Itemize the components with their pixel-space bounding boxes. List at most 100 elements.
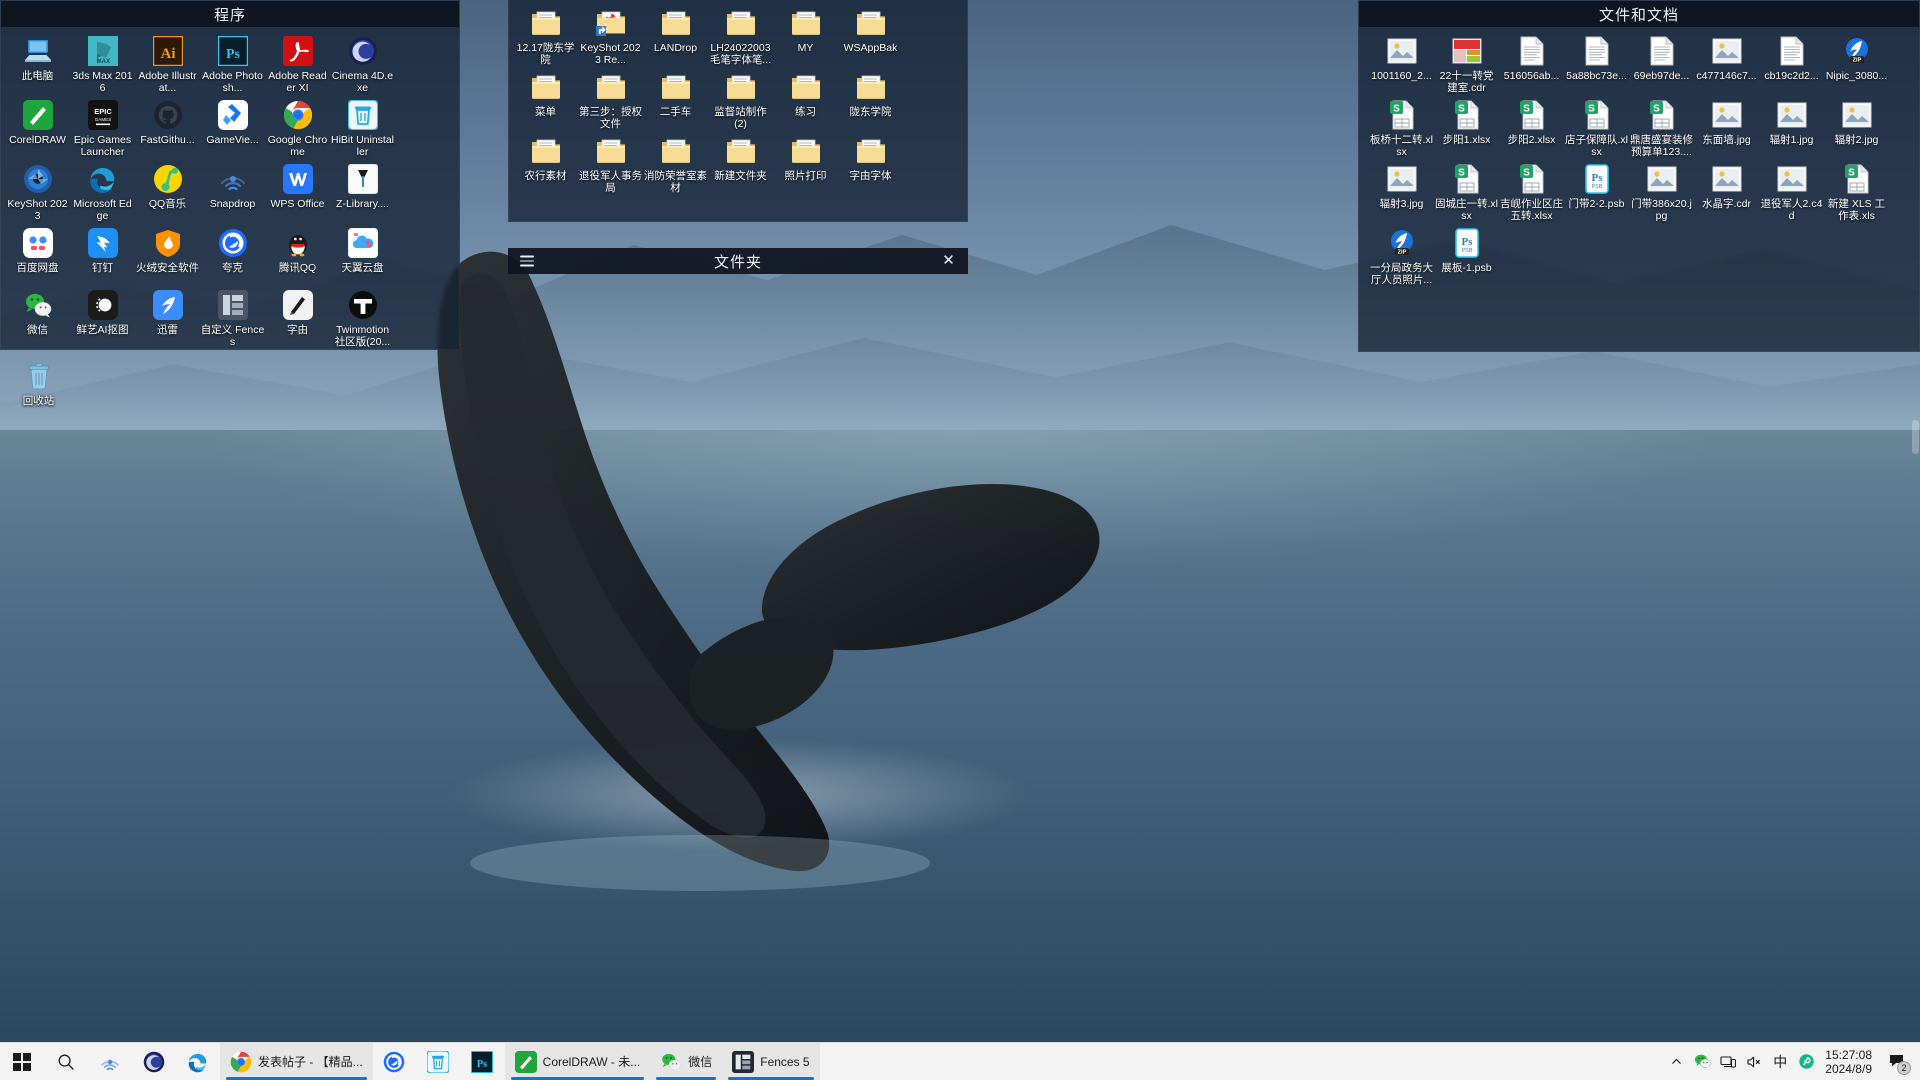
fence-item[interactable]: S 店子保障队.xlsx <box>1564 97 1629 161</box>
fence-item[interactable]: CorelDRAW <box>5 97 70 161</box>
fence-item[interactable]: S 板桥十二转.xlsx <box>1369 97 1434 161</box>
screen-edge-handle[interactable] <box>1912 420 1919 454</box>
fence-item[interactable]: 东面墙.jpg <box>1694 97 1759 161</box>
fence-item[interactable]: 照片打印 <box>773 133 838 197</box>
chevron-up-icon[interactable] <box>1663 1043 1689 1080</box>
fence-item[interactable]: GameVie... <box>200 97 265 161</box>
fence-item[interactable]: Ps PSB 展板-1.psb <box>1434 225 1499 289</box>
fence-item[interactable]: Ai Adobe Illustrat... <box>135 33 200 97</box>
green-shield-icon[interactable] <box>1793 1043 1819 1080</box>
fence-item[interactable]: MY <box>773 5 838 69</box>
fence-item[interactable]: Snapdrop <box>200 161 265 225</box>
taskbar-task-list[interactable]: 发表帖子 - 【精品... Ps CorelDRAW - 未... 微信 Fences … <box>220 1043 820 1080</box>
fence-item[interactable]: EPIC GAMES Epic Games Launcher <box>70 97 135 161</box>
fence-item[interactable]: 5a88bc73e... <box>1564 33 1629 97</box>
fence-item[interactable]: 百度网盘 <box>5 225 70 287</box>
fence-item[interactable]: S 新建 XLS 工作表.xls <box>1824 161 1889 225</box>
fence-item[interactable]: 水晶字.cdr <box>1694 161 1759 225</box>
fence-item[interactable]: 1001160_2... <box>1369 33 1434 97</box>
fence-item[interactable]: 监督站制作(2) <box>708 69 773 133</box>
search-button[interactable] <box>44 1043 88 1080</box>
fence-item[interactable]: Google Chrome <box>265 97 330 161</box>
taskbar-task[interactable]: 发表帖子 - 【精品... <box>220 1043 373 1080</box>
fence-item[interactable]: 天翼云盘 <box>330 225 395 287</box>
taskbar-task[interactable]: 微信 <box>650 1043 723 1080</box>
taskbar-system-tray[interactable]: 中 15:27:08 2024/8/9 2 <box>1663 1043 1920 1080</box>
fence-item[interactable]: HiBit Uninstaller <box>330 97 395 161</box>
fence-item[interactable]: WSAppBak <box>838 5 903 69</box>
fence-item[interactable]: S 鼎唐盛宴装修预算单123.... <box>1629 97 1694 161</box>
fence-item[interactable]: 鲜艺AI抠图 <box>70 287 135 349</box>
fence-item[interactable]: QQ音乐 <box>135 161 200 225</box>
notification-icon[interactable]: 2 <box>1880 1043 1914 1080</box>
fence-item[interactable]: 火绒安全软件 <box>135 225 200 287</box>
wechat-tray-icon[interactable] <box>1689 1043 1715 1080</box>
fence-item[interactable]: 辐射2.jpg <box>1824 97 1889 161</box>
fence-panel-files[interactable]: 文件和文档 1001160_2... 22十一转党建室.cdr 516056ab… <box>1358 0 1920 352</box>
fence-item[interactable]: c477146c7... <box>1694 33 1759 97</box>
fence-item[interactable]: 微信 <box>5 287 70 349</box>
desktop-icon-recycle-bin[interactable]: 回收站 <box>6 358 71 420</box>
fence-item[interactable]: 69eb97de... <box>1629 33 1694 97</box>
fence-titlebar-folders[interactable]: 文件夹 ✕ <box>508 248 968 274</box>
fence-item[interactable]: ZIP Nipic_3080... <box>1824 33 1889 97</box>
fence-panel-programs[interactable]: 程序 此电脑 MAX 3ds Max 2016 Ai Adobe Illustrat..… <box>0 0 460 350</box>
edge-taskbar-icon[interactable] <box>176 1043 220 1080</box>
fence-item[interactable]: 消防荣誉室素材 <box>643 133 708 197</box>
taskbar-quick-launch[interactable] <box>0 1043 220 1080</box>
speaker-muted-icon[interactable] <box>1741 1043 1767 1080</box>
fence-item[interactable]: KeyShot 2023 Re... <box>578 5 643 69</box>
fence-item[interactable]: LANDrop <box>643 5 708 69</box>
fence-item[interactable]: 迅雷 <box>135 287 200 349</box>
fence-item[interactable]: cb19c2d2... <box>1759 33 1824 97</box>
fence-item[interactable]: 516056ab... <box>1499 33 1564 97</box>
fence-item[interactable]: Ps PSB 门带2-2.psb <box>1564 161 1629 225</box>
fence-item[interactable]: 菜单 <box>513 69 578 133</box>
fence-item[interactable]: FastGithu... <box>135 97 200 161</box>
fence-body-folders[interactable]: 12.17陇东学院 KeyShot 2023 Re... LANDrop LH2… <box>509 0 967 201</box>
fence-item[interactable]: 辐射1.jpg <box>1759 97 1824 161</box>
fence-item[interactable]: S 吉岘作业区庄五转.xlsx <box>1499 161 1564 225</box>
taskbar-task[interactable] <box>417 1043 461 1080</box>
fence-item[interactable]: Twinmotion 社区版(20... <box>330 287 395 349</box>
fence-item[interactable]: 辐射3.jpg <box>1369 161 1434 225</box>
fence-body-programs[interactable]: 此电脑 MAX 3ds Max 2016 Ai Adobe Illustrat... Ps… <box>1 27 459 349</box>
fence-item[interactable]: Z-Library.... <box>330 161 395 225</box>
ime-chinese-icon[interactable]: 中 <box>1767 1043 1793 1080</box>
fence-item[interactable]: Microsoft Edge <box>70 161 135 225</box>
fence-item[interactable]: 门带386x20.jpg <box>1629 161 1694 225</box>
fence-item[interactable]: Ps Adobe Photosh... <box>200 33 265 97</box>
fence-item[interactable]: 字由 <box>265 287 330 349</box>
fence-item[interactable]: 字由字体 <box>838 133 903 197</box>
start-button[interactable] <box>0 1043 44 1080</box>
taskbar-task[interactable]: Ps <box>461 1043 505 1080</box>
cinema4d-taskbar-icon[interactable] <box>132 1043 176 1080</box>
fence-item[interactable]: 钉钉 <box>70 225 135 287</box>
taskbar-task[interactable]: CorelDRAW - 未... <box>504 1043 651 1080</box>
fence-item[interactable]: LH24022003毛笔字体笔... <box>708 5 773 69</box>
fence-title-files[interactable]: 文件和文档 <box>1359 1 1919 27</box>
close-icon[interactable]: ✕ <box>942 253 956 268</box>
taskbar-clock[interactable]: 15:27:08 2024/8/9 <box>1819 1048 1880 1076</box>
fence-item[interactable]: 练习 <box>773 69 838 133</box>
fence-title-programs[interactable]: 程序 <box>1 1 459 27</box>
taskbar-task[interactable]: Fences 5 <box>722 1043 820 1080</box>
monitor-network-icon[interactable] <box>1715 1043 1741 1080</box>
hamburger-icon[interactable] <box>520 255 534 267</box>
fence-item[interactable]: 新建文件夹 <box>708 133 773 197</box>
snapdrop-taskbar-icon[interactable] <box>88 1043 132 1080</box>
fence-item[interactable]: 第三步：授权文件 <box>578 69 643 133</box>
fence-item[interactable]: S 步阳1.xlsx <box>1434 97 1499 161</box>
fence-item[interactable]: 12.17陇东学院 <box>513 5 578 69</box>
fence-item[interactable]: 农行素材 <box>513 133 578 197</box>
fence-item[interactable]: 退役军人2.c4d <box>1759 161 1824 225</box>
taskbar[interactable]: 发表帖子 - 【精品... Ps CorelDRAW - 未... 微信 Fences … <box>0 1042 1920 1080</box>
fence-item[interactable]: 自定义 Fences <box>200 287 265 349</box>
taskbar-task[interactable] <box>373 1043 417 1080</box>
fence-item[interactable]: 二手车 <box>643 69 708 133</box>
fence-item[interactable]: Adobe Reader XI <box>265 33 330 97</box>
fence-item[interactable]: 陇东学院 <box>838 69 903 133</box>
fence-item[interactable]: ZIP 一分局政务大厅人员照片... <box>1369 225 1434 289</box>
fence-item[interactable]: WPS Office <box>265 161 330 225</box>
fence-item[interactable]: 此电脑 <box>5 33 70 97</box>
